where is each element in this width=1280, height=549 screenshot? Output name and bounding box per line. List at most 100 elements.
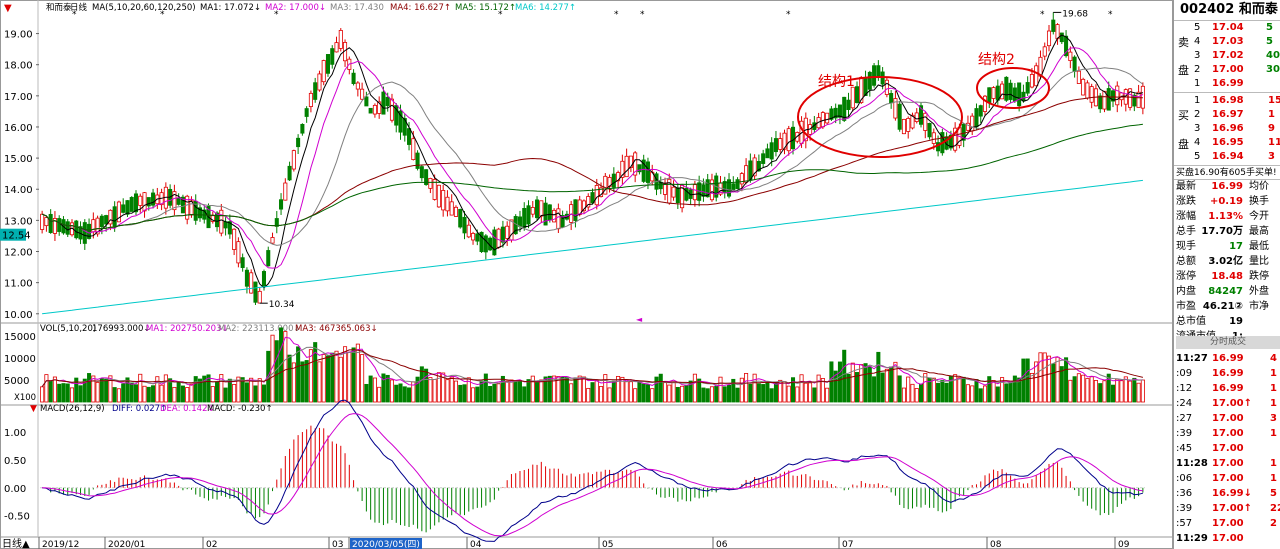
tick-volume: 1	[1270, 458, 1277, 469]
volume-bar	[893, 361, 898, 403]
quote-value: 17	[1229, 241, 1243, 252]
tick-row: 11:29 17.00	[1174, 532, 1280, 546]
candle-body	[436, 184, 441, 208]
candle-body	[121, 204, 126, 213]
kline-chart-area[interactable]: ▼ 和而泰 日线 MA(5,10,20,60,120,250) MA1: 17.072↓…	[0, 0, 1173, 549]
volume-bar	[897, 375, 902, 403]
tick-volume: 4	[1270, 353, 1277, 364]
price-axis-label: 11.00	[4, 279, 33, 290]
volume-bar	[594, 380, 599, 403]
tick-volume: 1	[1270, 473, 1277, 484]
candle-body	[846, 99, 851, 110]
candle-body	[1098, 95, 1103, 110]
quote-row: 内盘 84247 外盘	[1174, 285, 1280, 299]
event-marker: *	[614, 10, 619, 20]
volume-bar	[407, 387, 412, 403]
volume-bar	[825, 387, 830, 403]
volume-bar	[57, 383, 62, 403]
candle-body	[176, 197, 181, 205]
candle-body	[739, 173, 744, 185]
candle-body	[244, 269, 249, 287]
volume-bar	[142, 385, 147, 403]
tick-volume: 22	[1270, 503, 1280, 514]
candle-body	[364, 96, 369, 107]
volume-bar	[1076, 373, 1081, 403]
price-axis-label: 15.00	[4, 154, 33, 165]
price-axis-label: 12.00	[4, 248, 33, 259]
candle-body	[505, 225, 510, 239]
volume-bar	[564, 376, 569, 403]
volume-bar	[1140, 379, 1145, 403]
vol-header-text: MA3: 467365.063↓	[295, 324, 378, 334]
tick-volume: 1	[1270, 428, 1277, 439]
high-label: 19.68	[1062, 9, 1088, 19]
candle-body	[876, 65, 881, 78]
quote-key: 涨跌	[1176, 196, 1196, 207]
buy-side-label: 买	[1178, 109, 1189, 122]
tick-row: :57 17.00 2	[1174, 517, 1280, 531]
tick-volume: 5	[1270, 488, 1277, 499]
candle-body	[232, 228, 237, 250]
tick-time: :24	[1176, 398, 1193, 409]
candle-body	[906, 118, 911, 132]
quote-row: 涨幅 1.13% 今开	[1174, 210, 1280, 224]
volume-bar	[599, 386, 604, 403]
candle-body	[987, 87, 992, 103]
macd-axis-label: 1.00	[4, 428, 26, 439]
volume-bar	[257, 378, 262, 403]
scroll-marker: ◄	[636, 315, 643, 324]
volume-bar	[799, 374, 804, 403]
volume-bar	[645, 384, 650, 403]
candle-body	[923, 112, 928, 131]
candle-body	[1021, 91, 1026, 101]
candle-body	[355, 82, 360, 90]
kline-chart-svg[interactable]: ▼ 和而泰日线 MA(5,10,20,60,120,250) MA1: 17.072↓…	[0, 0, 1173, 549]
vol-axis-label: 15000	[4, 332, 36, 343]
candle-body	[530, 207, 535, 215]
volume-bar	[795, 386, 800, 403]
volume-bar	[573, 377, 578, 403]
volume-bar	[782, 381, 787, 403]
volume-bar	[867, 366, 872, 403]
volume-bar	[940, 380, 945, 403]
volume-bar	[667, 384, 672, 403]
volume-bar	[936, 382, 941, 403]
time-axis-label: 05	[602, 540, 613, 549]
volume-bar	[773, 381, 778, 403]
tick-time: 11:28	[1176, 458, 1208, 469]
volume-bar	[419, 366, 424, 403]
volume-bar	[159, 384, 164, 403]
volume-bar	[889, 366, 894, 403]
tick-price: 17.00	[1212, 533, 1244, 544]
volume-bar	[513, 380, 518, 403]
volume-bar	[872, 376, 877, 403]
candle-body	[338, 30, 343, 49]
candle-body	[1004, 76, 1009, 101]
volume-bar	[603, 374, 608, 403]
tick-row: :24 17.00↑ 1	[1174, 397, 1280, 411]
sell-side-label: 卖	[1178, 36, 1189, 49]
candle-body	[82, 222, 87, 244]
ticks-header[interactable]: 分时成交	[1176, 336, 1280, 349]
volume-bar	[44, 374, 49, 403]
candle-body	[927, 122, 932, 138]
candle-body	[1085, 82, 1090, 99]
volume-bar	[91, 375, 96, 403]
volume-bar	[850, 362, 855, 403]
volume-bar	[1093, 380, 1098, 403]
volume-bar	[658, 373, 663, 403]
quote-row: 市盈 46.21② 市净	[1174, 300, 1280, 314]
tick-row: :45 17.00	[1174, 442, 1280, 456]
quote-key: 换手	[1249, 196, 1269, 207]
volume-bar	[633, 388, 638, 403]
candle-body	[1068, 51, 1073, 62]
vol-header-text: MA2: 223113.000↓	[218, 324, 301, 334]
candle-body	[735, 179, 740, 189]
candle-body	[104, 215, 109, 225]
candle-body	[624, 155, 629, 178]
candle-body	[1051, 19, 1056, 32]
volume-bar	[151, 385, 156, 403]
event-marker: *	[786, 10, 791, 20]
quote-row: 涨跌 +0.19 换手	[1174, 195, 1280, 209]
candle-body	[1102, 90, 1107, 110]
